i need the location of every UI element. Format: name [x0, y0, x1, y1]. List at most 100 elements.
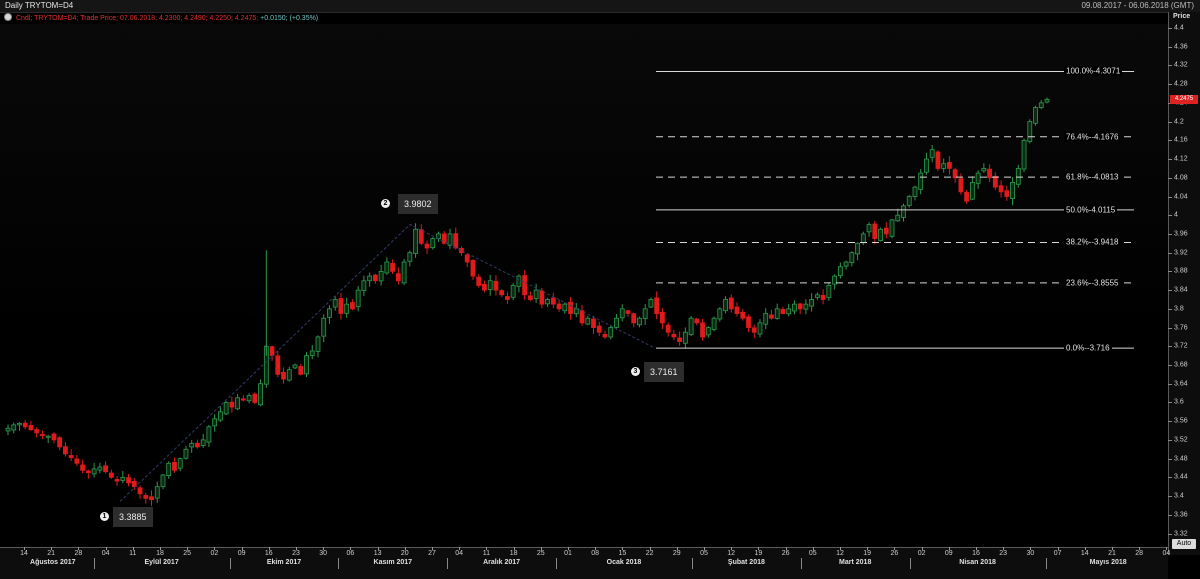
candle-down [108, 472, 114, 478]
y-tick-label: 4.2 [1174, 118, 1184, 126]
candle-down [22, 422, 28, 428]
candle-up [384, 261, 390, 274]
candle-down [240, 398, 246, 401]
y-tick [1168, 308, 1172, 310]
x-tick-label: 28 [1135, 550, 1144, 557]
x-tick-label: 01 [564, 550, 572, 557]
month-separator [556, 558, 557, 569]
y-tick-label: 3.48 [1174, 455, 1188, 463]
y-tick [1168, 252, 1172, 254]
candle-up [378, 270, 384, 282]
candle-up [866, 224, 872, 233]
fib-level-label: 50.0%-4.0115 [1064, 205, 1118, 215]
y-tick-label: 3.44 [1174, 473, 1188, 481]
candle-up [878, 228, 883, 241]
candle-up [826, 285, 832, 299]
month-separator [692, 558, 693, 569]
candle-up [895, 214, 901, 222]
x-tick-label: 19 [863, 550, 872, 557]
candle-down [579, 310, 585, 324]
candle-down [694, 318, 700, 324]
y-tick-label: 4.04 [1174, 193, 1188, 200]
candle-up [843, 261, 849, 267]
x-tick-label: 14 [1080, 550, 1089, 557]
x-tick-label: 05 [700, 550, 708, 557]
candle-down [195, 442, 200, 448]
candle-down [252, 393, 258, 403]
x-tick-label: 30 [319, 550, 328, 557]
candle-down [591, 318, 596, 328]
auto-scale-button[interactable]: Auto [1172, 539, 1196, 549]
x-tick-label: 07 [1053, 550, 1062, 557]
y-tick [1168, 46, 1172, 48]
y-tick-label: 3.88 [1174, 267, 1188, 275]
candle-up [200, 439, 206, 446]
candle-down [539, 290, 545, 305]
candle-down [350, 302, 355, 310]
candle-up [614, 317, 619, 328]
y-tick-label: 4.32 [1174, 61, 1188, 69]
candle-up [774, 308, 780, 319]
candle-up [918, 172, 924, 190]
y-tick [1168, 65, 1172, 67]
candle-up [717, 308, 723, 320]
fib-level-label: 100.0%-4.3071 [1064, 66, 1123, 76]
candle-down [459, 248, 464, 254]
candle-up [573, 308, 579, 315]
y-tick [1168, 477, 1172, 479]
month-label: Ocak 2018 [606, 559, 642, 566]
candle-up [304, 355, 309, 375]
candle-up [711, 317, 717, 330]
month-separator [447, 558, 449, 569]
candle-down [935, 151, 941, 169]
candle-down [998, 185, 1004, 193]
x-tick-label: 16 [264, 550, 273, 557]
candle-up [619, 308, 625, 319]
candle-up [757, 322, 763, 335]
candle-down [51, 433, 57, 441]
candle-up [407, 252, 413, 262]
candle-up [901, 205, 906, 218]
fib-level-label: 38.2%--3.9418 [1064, 237, 1121, 247]
x-tick-label: 04 [101, 550, 110, 557]
candle-up [608, 327, 614, 338]
candle-down [797, 303, 803, 310]
month-label: Kasım 2017 [373, 559, 413, 566]
candle-down [780, 308, 786, 314]
anchor-price-label: 3.3885 [113, 507, 153, 527]
y-tick [1168, 346, 1172, 348]
candle-down [700, 322, 705, 338]
y-tick [1168, 514, 1172, 516]
x-tick-label: 04 [455, 550, 464, 557]
y-tick [1168, 196, 1172, 198]
candle-down [550, 297, 556, 305]
candle-up [246, 395, 252, 402]
candle-down [63, 446, 68, 455]
x-tick-label: 28 [74, 550, 83, 557]
candle-up [166, 462, 172, 477]
candle-up [154, 486, 160, 499]
candle-up [183, 448, 189, 459]
candle-up [206, 426, 212, 443]
candle-down [453, 233, 459, 249]
x-tick-label: 02 [210, 550, 219, 557]
candle-down [746, 316, 751, 328]
candle-down [137, 487, 143, 495]
candle-up [321, 317, 327, 337]
month-label: Ağustos 2017 [30, 559, 76, 566]
x-tick-label: 26 [781, 550, 790, 557]
y-tick-label: 4.12 [1174, 155, 1188, 163]
candle-up [1027, 121, 1033, 142]
y-tick-label: 3.4 [1174, 492, 1184, 500]
candle-up [981, 168, 987, 172]
candle-up [941, 163, 947, 169]
candle-up [533, 289, 539, 299]
x-tick-label: 25 [536, 550, 545, 557]
candle-up [17, 423, 22, 426]
x-tick-label: 26 [890, 550, 899, 557]
candlestick-chart [5, 70, 1134, 506]
y-tick-label: 3.76 [1174, 324, 1188, 332]
y-tick [1168, 421, 1172, 423]
fib-level-label: 0.0%--3.716 [1064, 343, 1112, 353]
y-tick-label: 4.36 [1174, 43, 1188, 51]
